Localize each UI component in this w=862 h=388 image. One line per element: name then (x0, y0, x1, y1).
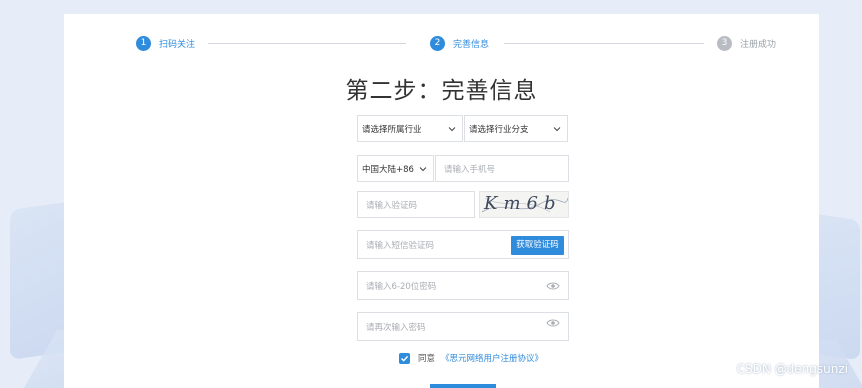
agreement-row: 同意 《思元网络用户注册协议》 (399, 351, 543, 365)
step-2: 2 完善信息 (430, 35, 489, 51)
confirm-password-input[interactable]: 请再次输入密码 (357, 312, 569, 341)
submit-button[interactable] (430, 384, 496, 388)
register-card: 1 扫码关注 2 完善信息 3 注册成功 第二步：完善信息 请选择所属行业 请选… (64, 14, 819, 388)
chevron-down-icon (448, 126, 456, 131)
password-placeholder: 请输入6-20位密码 (366, 281, 437, 292)
chevron-down-icon (419, 166, 427, 171)
agreement-label: 同意 (418, 354, 436, 364)
step-1: 1 扫码关注 (136, 35, 195, 51)
chevron-down-icon (553, 126, 561, 131)
region-code-value: 中国大陆+86 (362, 164, 414, 175)
captcha-image[interactable]: Km6b (479, 191, 569, 218)
step-1-number: 1 (136, 35, 151, 51)
captcha-input[interactable]: 请输入验证码 (357, 191, 475, 218)
page-title: 第二步：完善信息 (345, 78, 538, 104)
step-2-number: 2 (430, 35, 445, 51)
agreement-checkbox[interactable] (399, 352, 410, 364)
sms-code-placeholder: 请输入短信验证码 (366, 240, 435, 251)
step-3-label: 注册成功 (740, 39, 777, 50)
industry-branch-select[interactable]: 请选择行业分支 (464, 115, 568, 142)
step-2-label: 完善信息 (453, 39, 490, 50)
step-3-number: 3 (717, 35, 732, 51)
step-3: 3 注册成功 (717, 35, 776, 51)
step-connector-2 (504, 43, 704, 44)
step-1-label: 扫码关注 (159, 39, 196, 50)
sms-code-input[interactable]: 请输入短信验证码 获取验证码 (357, 230, 569, 259)
eye-icon[interactable] (546, 281, 560, 291)
captcha-placeholder: 请输入验证码 (366, 200, 418, 211)
checkmark-icon (401, 355, 409, 362)
industry-select[interactable]: 请选择所属行业 (357, 115, 463, 142)
confirm-password-placeholder: 请再次输入密码 (366, 322, 426, 333)
eye-icon[interactable] (546, 318, 560, 328)
industry-select-value: 请选择所属行业 (362, 124, 422, 135)
step-connector-1 (208, 43, 406, 44)
phone-input[interactable]: 请输入手机号 (435, 155, 569, 182)
industry-branch-select-value: 请选择行业分支 (469, 124, 529, 135)
agreement-link[interactable]: 《思元网络用户注册协议》 (441, 352, 543, 364)
region-code-select[interactable]: 中国大陆+86 (357, 155, 434, 182)
watermark: CSDN @dengsunzi (736, 362, 848, 376)
password-input[interactable]: 请输入6-20位密码 (357, 271, 569, 300)
captcha-text: Km6b (484, 193, 562, 214)
phone-placeholder: 请输入手机号 (444, 164, 496, 175)
get-sms-code-button[interactable]: 获取验证码 (511, 236, 564, 255)
